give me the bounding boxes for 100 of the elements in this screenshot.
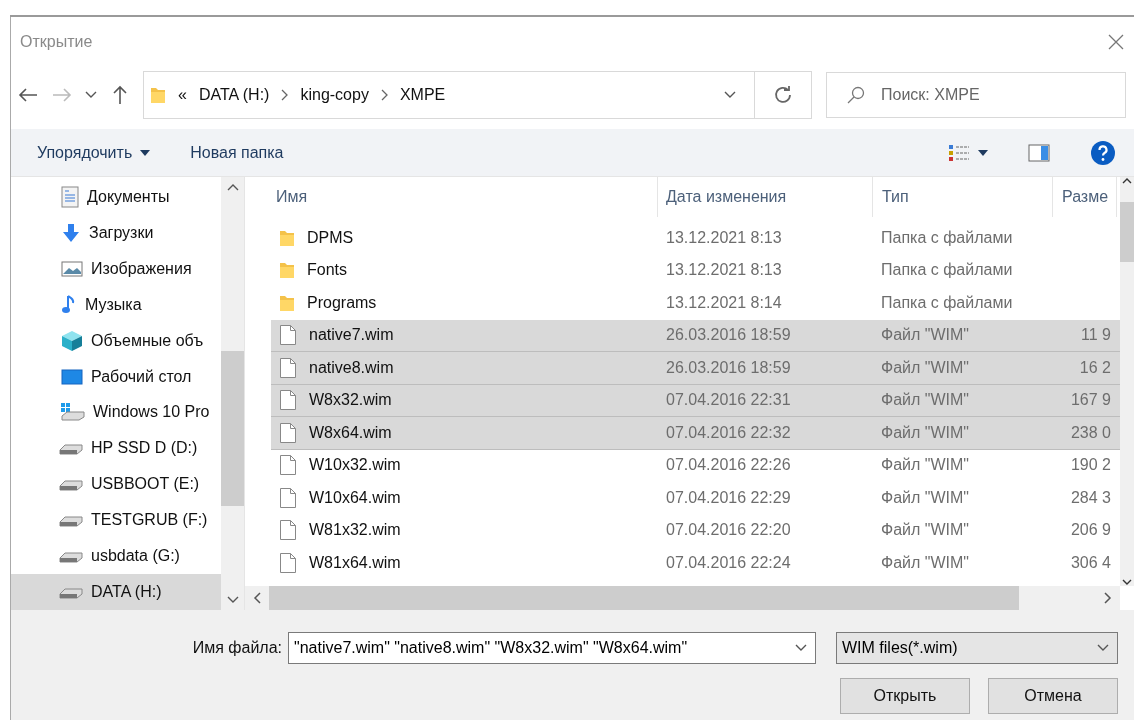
file-name: W81x32.wim	[309, 521, 401, 540]
sidebar-item[interactable]: USBBOOT (E:)	[11, 466, 221, 503]
file-row[interactable]: Programs 13.12.2021 8:14 Папка с файлами	[271, 287, 1120, 320]
folder-icon	[279, 293, 295, 312]
breadcrumb-overflow[interactable]: «	[178, 86, 187, 104]
chevron-right-icon[interactable]	[281, 89, 289, 101]
file-row[interactable]: W81x32.wim 07.04.2016 22:20 Файл "WIM" 206 9	[271, 514, 1120, 547]
filename-field[interactable]: "native7.wim" "native8.wim" "W8x32.wim" "W8x64.wim"	[288, 632, 816, 664]
sidebar-item[interactable]: TESTGRUB (F:)	[11, 502, 221, 539]
file-name: Programs	[307, 293, 377, 312]
search-field[interactable]: Поиск: XMPE	[826, 72, 1126, 118]
vertical-scrollbar[interactable]	[1120, 177, 1134, 586]
sidebar-item[interactable]: Музыка	[11, 286, 221, 323]
refresh-icon[interactable]	[774, 86, 792, 104]
file-size: 11 9	[1081, 326, 1111, 345]
file-row[interactable]: W8x32.wim 07.04.2016 22:31 Файл "WIM" 167 9	[271, 384, 1120, 417]
file-type: Файл "WIM"	[881, 521, 969, 540]
breadcrumb-segment[interactable]: XMPE	[399, 86, 446, 104]
back-arrow-icon[interactable]	[18, 88, 38, 102]
sidebar-item[interactable]: Рабочий стол	[11, 358, 221, 395]
address-bar[interactable]: « DATA (H:) king-copy XMPE	[143, 71, 812, 119]
column-header[interactable]: Имя	[245, 177, 658, 217]
column-header[interactable]: Дата изменения	[658, 177, 873, 217]
sidebar-item[interactable]: Изображения	[11, 250, 221, 287]
drive-icon	[59, 513, 83, 528]
scroll-down-icon[interactable]	[1122, 579, 1132, 586]
sidebar-item[interactable]: usbdata (G:)	[11, 538, 221, 575]
scrollbar-thumb[interactable]	[1120, 202, 1134, 262]
file-name: Fonts	[307, 261, 347, 280]
file-size: 238 0	[1070, 423, 1111, 442]
sidebar-item[interactable]: Документы	[11, 179, 221, 215]
scroll-right-icon[interactable]	[1104, 592, 1112, 604]
scroll-up-icon[interactable]	[1122, 177, 1132, 184]
close-icon[interactable]	[1108, 34, 1124, 50]
address-dropdown-icon[interactable]	[724, 91, 736, 99]
sidebar-item[interactable]: HP SSD D (D:)	[11, 430, 221, 467]
scroll-down-icon[interactable]	[226, 596, 239, 604]
view-list-icon[interactable]	[948, 143, 970, 162]
file-icon	[279, 356, 297, 379]
file-row[interactable]: W10x64.wim 07.04.2016 22:29 Файл "WIM" 284 3	[271, 482, 1120, 515]
organize-button[interactable]: Упорядочить	[37, 143, 151, 162]
file-type: Файл "WIM"	[881, 358, 969, 377]
sidebar-item[interactable]: Объемные объ	[11, 322, 221, 359]
cancel-button[interactable]: Отмена	[988, 678, 1118, 714]
file-icon	[279, 454, 297, 477]
column-header[interactable]: Разме	[1053, 177, 1117, 217]
file-row[interactable]: DPMS 13.12.2021 8:13 Папка с файлами	[271, 222, 1120, 255]
modified-date: 07.04.2016 22:31	[666, 391, 791, 410]
file-icon	[279, 421, 297, 444]
document-icon	[61, 185, 79, 208]
scrollbar-thumb[interactable]	[221, 351, 244, 506]
filename-dropdown-icon[interactable]	[795, 644, 807, 652]
file-row[interactable]: Fonts 13.12.2021 8:13 Папка с файлами	[271, 254, 1120, 287]
scroll-up-icon[interactable]	[226, 183, 239, 191]
drive-icon	[59, 585, 83, 600]
breadcrumb-segment[interactable]: king-copy	[300, 86, 369, 104]
filter-caret-icon[interactable]	[1097, 644, 1109, 652]
help-icon[interactable]	[1090, 139, 1116, 166]
file-size: 206 9	[1070, 521, 1111, 540]
picture-icon	[61, 260, 83, 277]
file-name: W10x32.wim	[309, 456, 401, 475]
folder-icon	[279, 261, 295, 280]
file-type: Папка с файлами	[881, 228, 1013, 247]
folder-icon	[150, 86, 166, 104]
open-button[interactable]: Открыть	[840, 678, 970, 714]
file-row[interactable]: native8.wim 26.03.2016 18:59 Файл "WIM" 16 2	[271, 352, 1120, 385]
file-row[interactable]: W8x64.wim 07.04.2016 22:32 Файл "WIM" 238 0	[271, 417, 1120, 450]
file-type: Файл "WIM"	[881, 326, 969, 345]
window-title: Открытие	[20, 33, 93, 51]
file-icon	[279, 551, 297, 574]
view-dropdown-icon[interactable]	[978, 149, 988, 156]
caret-icon[interactable]	[140, 149, 151, 156]
cube-icon	[61, 329, 83, 352]
file-icon	[279, 324, 297, 347]
drive-icon	[59, 549, 83, 564]
modified-date: 26.03.2016 18:59	[666, 358, 791, 377]
file-name: DPMS	[307, 228, 354, 247]
sidebar-item[interactable]: Загрузки	[11, 214, 221, 251]
history-caret-icon[interactable]	[85, 91, 97, 99]
chevron-right-icon[interactable]	[380, 89, 388, 101]
sidebar-item[interactable]: DATA (H:)	[11, 574, 221, 611]
scroll-left-icon[interactable]	[253, 592, 261, 604]
file-size: 306 4	[1070, 553, 1111, 572]
file-size: 167 9	[1070, 391, 1111, 410]
breadcrumb-segment[interactable]: DATA (H:)	[198, 86, 270, 104]
sidebar-scrollbar[interactable]	[221, 177, 244, 610]
folder-icon	[279, 228, 295, 247]
file-name: W10x64.wim	[309, 488, 401, 507]
file-row[interactable]: W81x64.wim 07.04.2016 22:24 Файл "WIM" 306 4	[271, 547, 1120, 580]
new-folder-button[interactable]: Новая папка	[190, 143, 284, 162]
preview-pane-icon[interactable]	[1028, 143, 1050, 162]
drive-icon	[59, 477, 83, 492]
column-header[interactable]: Тип	[873, 177, 1053, 217]
up-arrow-icon[interactable]	[113, 85, 127, 105]
file-name: native8.wim	[309, 358, 394, 377]
file-row[interactable]: W10x32.wim 07.04.2016 22:26 Файл "WIM" 190 2	[271, 449, 1120, 482]
file-type-dropdown[interactable]: WIM files(*.wim)	[836, 632, 1118, 664]
sidebar-item[interactable]: Windows 10 Pro	[11, 394, 221, 431]
file-row[interactable]: native7.wim 26.03.2016 18:59 Файл "WIM" 11 9	[271, 319, 1120, 352]
desktop-icon	[61, 368, 83, 385]
